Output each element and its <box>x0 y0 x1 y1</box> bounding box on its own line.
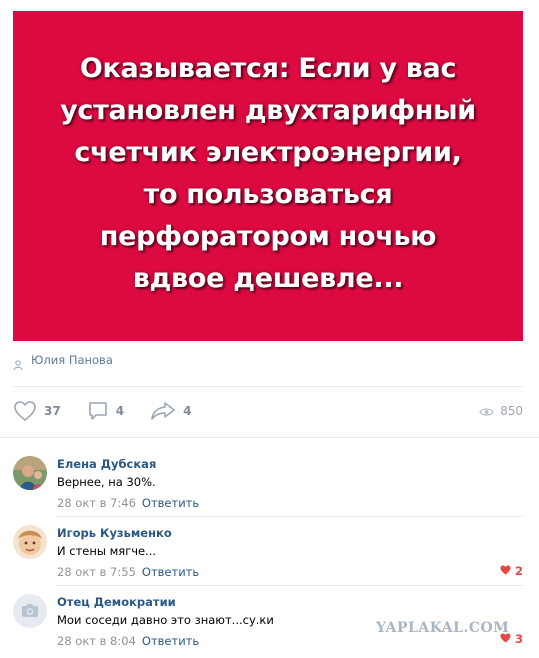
like-button[interactable]: 37 <box>13 400 61 422</box>
avatar[interactable] <box>13 525 47 559</box>
image-text-line: счетчик электроэнергии, <box>74 137 462 168</box>
comment-author[interactable]: Игорь Кузьменко <box>57 525 523 541</box>
like-count: 37 <box>44 404 61 418</box>
comment-like-count: 3 <box>514 632 523 646</box>
views-counter: 850 <box>479 398 523 424</box>
author-name[interactable]: Юлия Панова <box>31 353 113 367</box>
comment-item: Елена Дубская Вернее, на 30%. 28 окт в 7… <box>13 456 523 512</box>
divider <box>0 437 539 438</box>
comment-body: Елена Дубская Вернее, на 30%. 28 окт в 7… <box>57 456 523 511</box>
divider <box>57 516 523 517</box>
image-text-line: то пользоваться <box>143 179 393 210</box>
comment-meta: 28 окт в 7:46 Ответить <box>57 495 523 511</box>
comment-meta: 28 окт в 7:55 Ответить <box>57 564 523 580</box>
comment-date[interactable]: 28 окт в 7:46 <box>57 496 136 510</box>
watermark: YAPLAKAL.COM <box>376 620 510 636</box>
comment-text: Вернее, на 30%. <box>57 475 156 489</box>
comment-date[interactable]: 28 окт в 8:04 <box>57 634 136 648</box>
person-icon <box>13 355 23 371</box>
camera-icon <box>13 604 47 628</box>
avatar[interactable] <box>13 594 47 628</box>
reply-button[interactable]: Ответить <box>142 496 199 510</box>
image-text-line: Оказывается: Если у вас <box>79 53 457 84</box>
comment-like-button[interactable]: 2 <box>500 564 523 578</box>
image-text-line: вдвое дешевле... <box>132 263 404 294</box>
comment-text: И стены мягче... <box>57 544 157 558</box>
post-image[interactable]: Оказывается: Если у вас установлен двухт… <box>13 11 523 341</box>
reply-button[interactable]: Ответить <box>142 634 199 648</box>
share-count: 4 <box>183 404 192 418</box>
comment-icon <box>87 400 109 422</box>
views-count: 850 <box>500 404 523 418</box>
reply-button[interactable]: Ответить <box>142 565 199 579</box>
comment-date[interactable]: 28 окт в 7:55 <box>57 565 136 579</box>
comment-like-count: 2 <box>514 564 523 578</box>
post-actions: 37 4 4 850 <box>13 398 523 424</box>
divider <box>57 585 523 586</box>
comment-count: 4 <box>115 404 125 418</box>
comment-item: Игорь Кузьменко И стены мягче... 28 окт … <box>13 525 523 581</box>
divider <box>13 386 523 387</box>
heart-icon <box>500 564 515 578</box>
heart-icon <box>13 400 37 422</box>
post-image-text: Оказывается: Если у вас установлен двухт… <box>33 48 503 300</box>
comment-button[interactable]: 4 <box>87 400 124 422</box>
share-button[interactable]: 4 <box>150 400 191 422</box>
share-icon <box>150 400 176 422</box>
post-author[interactable]: Юлия Панова <box>13 352 113 371</box>
comment-author[interactable]: Отец Демократии <box>57 594 523 610</box>
image-text-line: перфоратором ночью <box>99 221 437 252</box>
eye-icon <box>479 402 494 421</box>
image-text-line: установлен двухтарифный <box>60 95 476 126</box>
comment-author[interactable]: Елена Дубская <box>57 456 523 472</box>
avatar[interactable] <box>13 456 47 490</box>
comment-body: Игорь Кузьменко И стены мягче... 28 окт … <box>57 525 523 580</box>
